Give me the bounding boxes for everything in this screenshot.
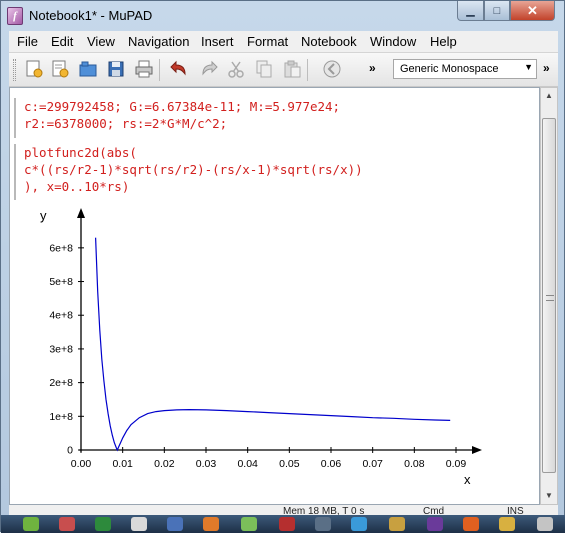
maximize-button[interactable]: □ — [484, 1, 510, 21]
menu-view[interactable]: View — [87, 34, 115, 49]
menu-edit[interactable]: Edit — [51, 34, 73, 49]
taskbar-app-icon[interactable] — [499, 517, 515, 531]
menu-format[interactable]: Format — [247, 34, 288, 49]
undo-icon[interactable] — [169, 58, 191, 80]
font-select-value: Generic Monospace — [400, 63, 499, 75]
open-icon[interactable] — [77, 58, 99, 80]
title-bar: f Notebook1* - MuPAD ▁ □ ✕ — [1, 1, 564, 31]
x-axis-label: x — [464, 472, 471, 487]
input1-line1[interactable]: c:=299792458; G:=6.67384e-11; M:=5.977e2… — [24, 98, 340, 115]
y-tick-label: 0 — [67, 445, 73, 457]
taskbar-app-icon[interactable] — [389, 517, 405, 531]
copy-icon[interactable] — [253, 58, 275, 80]
toolbar-overflow-chevron-icon-2[interactable]: » — [543, 61, 550, 75]
chevron-down-icon: ▼ — [524, 62, 533, 72]
toolbar-separator — [159, 59, 160, 81]
x-tick-label: 0.04 — [237, 458, 258, 470]
x-axis-arrow-icon — [472, 446, 482, 454]
excel-icon[interactable] — [95, 517, 111, 531]
taskbar-app-icon[interactable] — [315, 517, 331, 531]
menu-help[interactable]: Help — [430, 34, 457, 49]
paste-icon[interactable] — [281, 58, 303, 80]
x-tick-label: 0.06 — [321, 458, 342, 470]
new-editor-icon[interactable] — [49, 58, 71, 80]
x-tick-label: 0.00 — [71, 458, 92, 470]
taskbar-app-icon[interactable] — [279, 517, 295, 531]
toolbar-separator — [307, 59, 308, 81]
x-tick-label: 0.09 — [446, 458, 467, 470]
explorer-icon[interactable] — [131, 517, 147, 531]
input2-line3[interactable]: ), x=0..10*rs) — [24, 178, 363, 195]
start-icon[interactable] — [23, 517, 39, 531]
menu-navigation[interactable]: Navigation — [128, 34, 189, 49]
x-tick-label: 0.08 — [404, 458, 425, 470]
menu-file[interactable]: File — [17, 34, 38, 49]
save-icon[interactable] — [105, 58, 127, 80]
y-tick-label: 2e+8 — [49, 377, 73, 389]
input1-line2[interactable]: r2:=6378000; rs:=2*G*M/c^2; — [24, 115, 340, 132]
x-tick-label: 0.02 — [154, 458, 175, 470]
matlab-icon[interactable] — [203, 517, 219, 531]
close-button[interactable]: ✕ — [510, 1, 555, 21]
scroll-grip — [546, 295, 554, 301]
y-axis-arrow-icon — [77, 208, 85, 218]
x-tick-label: 0.01 — [112, 458, 133, 470]
menu-notebook[interactable]: Notebook — [301, 34, 357, 49]
taskbar-app-icon[interactable] — [537, 517, 553, 531]
mupad-window: f Notebook1* - MuPAD ▁ □ ✕ File Edit Vie… — [0, 0, 565, 533]
taskbar-app-icon[interactable] — [427, 517, 443, 531]
print-icon[interactable] — [133, 58, 155, 80]
input-region-2[interactable]: plotfunc2d(abs( c*((rs/r2-1)*sqrt(rs/r2)… — [14, 144, 363, 200]
menu-window[interactable]: Window — [370, 34, 416, 49]
plot-output[interactable]: y x 0.00 0.01 0.02 0.03 0.04 0.05 0.06 0.07 0.08 0.… — [10, 198, 500, 488]
x-tick-label: 0.07 — [362, 458, 383, 470]
y-tick-label: 6e+8 — [49, 242, 73, 254]
redo-icon[interactable] — [197, 58, 219, 80]
window-title: Notebook1* - MuPAD — [29, 8, 153, 23]
menu-bar: File Edit View Navigation Insert Format … — [9, 31, 558, 53]
scroll-thumb[interactable] — [542, 118, 556, 473]
input-region-1[interactable]: c:=299792458; G:=6.67384e-11; M:=5.977e2… — [14, 98, 340, 138]
input2-line2[interactable]: c*((rs/r2-1)*sqrt(rs/r2)-(rs/x-1)*sqrt(r… — [24, 161, 363, 178]
y-tick-label: 4e+8 — [49, 310, 73, 322]
vertical-scrollbar[interactable]: ▲ ▼ — [540, 87, 558, 505]
taskbar-app-icon[interactable] — [241, 517, 257, 531]
toolbar: » Generic Monospace ▼ » — [9, 53, 558, 87]
taskbar-app-icon[interactable] — [167, 517, 183, 531]
new-notebook-icon[interactable] — [23, 58, 45, 80]
y-tick-label: 1e+8 — [49, 411, 73, 423]
x-tick-label: 0.03 — [196, 458, 217, 470]
mupad-app-icon: f — [7, 7, 23, 25]
notebook-document[interactable]: c:=299792458; G:=6.67384e-11; M:=5.977e2… — [9, 87, 540, 505]
font-select[interactable]: Generic Monospace ▼ — [393, 59, 537, 79]
stop-icon[interactable] — [321, 58, 343, 80]
y-axis-label: y — [40, 208, 47, 223]
toolbar-grip[interactable] — [13, 59, 16, 81]
toolbar-overflow-chevron-icon[interactable]: » — [369, 61, 376, 75]
firefox-icon[interactable] — [463, 517, 479, 531]
scroll-down-icon[interactable]: ▼ — [541, 488, 557, 504]
scroll-up-icon[interactable]: ▲ — [541, 88, 557, 104]
y-tick-label: 3e+8 — [49, 343, 73, 355]
taskbar-app-icon[interactable] — [59, 517, 75, 531]
y-tick-label: 5e+8 — [49, 276, 73, 288]
menu-insert[interactable]: Insert — [201, 34, 234, 49]
minimize-button[interactable]: ▁ — [457, 1, 484, 21]
x-tick-label: 0.05 — [279, 458, 300, 470]
input2-line1[interactable]: plotfunc2d(abs( — [24, 144, 363, 161]
cut-icon[interactable] — [225, 58, 247, 80]
taskbar — [1, 515, 565, 533]
taskbar-app-icon[interactable] — [351, 517, 367, 531]
series-line — [95, 237, 451, 452]
